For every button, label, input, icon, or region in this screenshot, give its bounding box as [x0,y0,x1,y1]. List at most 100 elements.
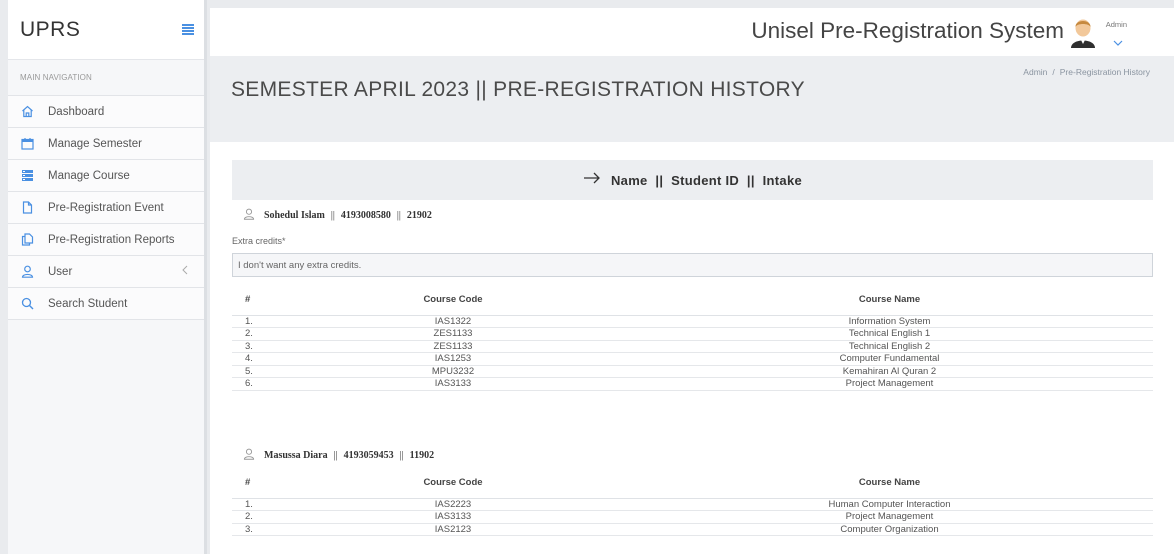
column-header-index: # [232,285,280,316]
system-title: Unisel Pre-Registration System [751,18,1064,43]
sidebar-item-label: Manage Semester [48,137,142,150]
banner-text: Name || Student ID || Intake [610,172,802,188]
extra-credits-label: Extra credits* [232,236,286,246]
table-row: 5. MPU3232 Kemahiran Al Quran 2 [232,365,1153,378]
server-icon [20,169,34,183]
sidebar-item-label: User [48,265,73,278]
files-icon [20,233,34,247]
student-name: Masussa Diara [264,450,328,461]
course-code: IAS3133 [280,510,626,524]
table-row: 3. ZES1133 Technical English 2 [232,340,1153,353]
sidebar-item-pre-registration-reports[interactable]: Pre-Registration Reports [8,224,204,256]
separator: || [330,210,335,221]
course-name: Technical English 2 [626,340,1153,353]
calendar-icon [20,137,34,151]
user-icon [243,448,255,463]
course-table: # Course Code Course Name 1. IAS1322 Infor… [232,285,1153,391]
user-icon [20,265,34,279]
row-index: 2. [232,327,280,341]
breadcrumb-separator: / [1052,67,1055,77]
breadcrumb: Admin / Pre-Registration History [1023,67,1150,77]
main-content: Name || Student ID || Intake Sohedul Isl… [210,142,1174,554]
sidebar-item-user[interactable]: User [8,256,204,288]
sidebar-item-manage-course[interactable]: Manage Course [8,160,204,192]
course-name: Kemahiran Al Quran 2 [626,365,1153,378]
sidebar-item-label: Manage Course [48,169,130,182]
course-name: Project Management [626,377,1153,391]
arrow-right-icon [583,171,601,189]
table-header-row: # Course Code Course Name [232,468,1153,499]
row-index: 3. [232,523,280,536]
sidebar-item-label: Dashboard [48,105,105,118]
course-name: Project Management [626,510,1153,524]
nav-heading: MAIN NAVIGATION [20,73,92,82]
sidebar: UPRS MAIN NAVIGATION Dashboard Manage Se… [8,0,207,554]
student-intake: 21902 [406,210,432,221]
course-name: Information System [626,315,1153,328]
sidebar-item-search-student[interactable]: Search Student [8,288,204,320]
student-header: Masussa Diara || 4193059453 || 11902 [243,448,434,463]
sidebar-item-label: Pre-Registration Reports [48,233,175,246]
course-code: ZES1133 [280,340,626,353]
table-row: 4. IAS1253 Computer Fundamental [232,352,1153,366]
course-name: Computer Organization [626,523,1153,536]
sidebar-item-manage-semester[interactable]: Manage Semester [8,128,204,160]
sidebar-item-label: Pre-Registration Event [48,201,164,214]
student-intake: 11902 [409,450,435,461]
course-code: MPU3232 [280,365,626,378]
course-code: IAS2223 [280,498,626,511]
course-table: # Course Code Course Name 1. IAS2223 Human… [232,468,1153,536]
breadcrumb-current: Pre-Registration History [1059,67,1150,77]
row-index: 6. [232,377,280,391]
separator: || [333,450,338,461]
extra-credits-field[interactable] [232,253,1153,277]
student-id: 4193008580 [340,210,391,221]
student-name: Sohedul Islam [264,210,325,221]
chevron-down-icon[interactable] [1113,33,1123,51]
topbar: Unisel Pre-Registration System Admin [210,8,1174,56]
sidebar-nav: Dashboard Manage Semester Manage Course … [8,95,204,320]
table-row: 1. IAS1322 Information System [232,315,1153,328]
row-index: 1. [232,315,280,328]
file-icon [20,201,34,215]
student-id: 4193059453 [343,450,394,461]
table-row: 2. IAS3133 Project Management [232,510,1153,524]
row-index: 4. [232,352,280,366]
sidebar-item-dashboard[interactable]: Dashboard [8,96,204,128]
course-name: Technical English 1 [626,327,1153,341]
row-index: 5. [232,365,280,378]
row-index: 3. [232,340,280,353]
course-code: IAS3133 [280,377,626,391]
user-name[interactable]: Admin [1106,20,1127,29]
sidebar-brand: UPRS [8,0,204,60]
table-row: 1. IAS2223 Human Computer Interaction [232,498,1153,511]
chevron-left-icon[interactable] [182,265,188,278]
course-code: IAS2123 [280,523,626,536]
column-header-course-name: Course Name [626,468,1153,499]
menu-toggle-icon[interactable] [182,24,194,35]
sidebar-item-pre-registration-event[interactable]: Pre-Registration Event [8,192,204,224]
column-header-course-name: Course Name [626,285,1153,316]
sidebar-item-label: Search Student [48,297,128,310]
separator: || [396,210,401,221]
user-icon [243,208,255,223]
course-name: Computer Fundamental [626,352,1153,366]
home-icon [20,105,34,119]
separator: || [399,450,404,461]
course-code: IAS1322 [280,315,626,328]
column-banner: Name || Student ID || Intake [232,160,1153,200]
breadcrumb-link-admin[interactable]: Admin [1023,67,1047,77]
search-icon [20,297,34,311]
course-code: IAS1253 [280,352,626,366]
table-row: 6. IAS3133 Project Management [232,377,1153,391]
column-header-course-code: Course Code [280,285,626,316]
student-header: Sohedul Islam || 4193008580 || 21902 [243,208,432,223]
avatar[interactable] [1069,16,1097,48]
page-title: SEMESTER APRIL 2023 || PRE-REGISTRATION … [231,78,805,101]
course-code: ZES1133 [280,327,626,341]
column-header-index: # [232,468,280,499]
page-header: SEMESTER APRIL 2023 || PRE-REGISTRATION … [210,56,1174,142]
table-header-row: # Course Code Course Name [232,285,1153,316]
table-row: 3. IAS2123 Computer Organization [232,523,1153,536]
brand-title[interactable]: UPRS [20,18,80,42]
